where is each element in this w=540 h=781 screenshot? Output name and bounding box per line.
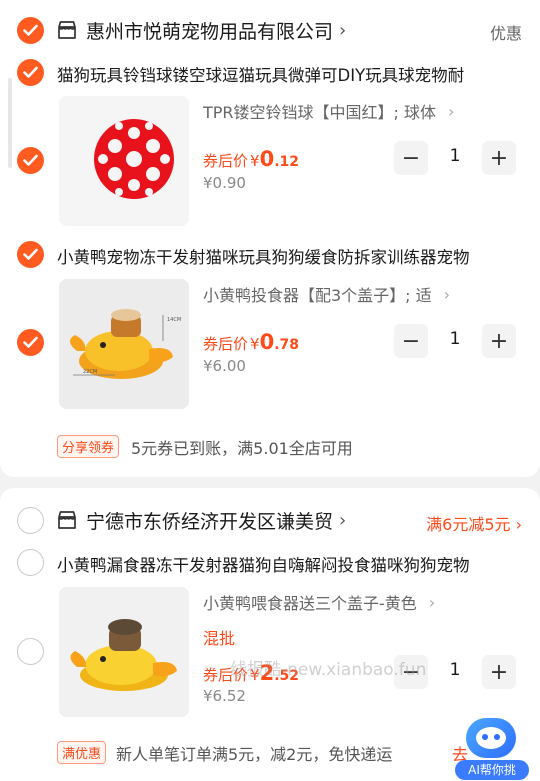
price-label: 券后价: [203, 335, 249, 353]
sku-text: TPR镂空铃铛球【中国红】; 球体: [203, 103, 437, 122]
shop-header-1[interactable]: 惠州市悦萌宠物用品有限公司 ›: [56, 15, 346, 45]
shop-promo-link[interactable]: 优惠: [490, 20, 522, 44]
item-sku-checkbox[interactable]: [17, 147, 44, 174]
check-icon: [23, 154, 38, 166]
item-sku-selector[interactable]: 小黄鸭喂食器送三个盖子-黄色 ›: [203, 590, 503, 614]
chevron-right-icon: ›: [339, 19, 347, 41]
sku-text: 小黄鸭喂食器送三个盖子-黄色: [203, 594, 417, 613]
original-price: ¥6.00: [203, 357, 246, 375]
shop-header-2[interactable]: 宁德市东侨经济开发区谦美贸 ›: [56, 505, 346, 535]
shop-checkbox-1[interactable]: [17, 17, 44, 44]
duck-feeder-yellow-image: [59, 587, 189, 717]
ai-assistant-button[interactable]: [466, 718, 516, 758]
item-checkbox[interactable]: [17, 549, 44, 576]
item-title[interactable]: 小黄鸭宠物冻干发射猫咪玩具狗狗缓食防拆家训练器宠物: [57, 244, 527, 268]
shop-card-1: 惠州市悦萌宠物用品有限公司 › 优惠 猫狗玩具铃铛球镂空球逗猫玩具微弹可DIY玩…: [0, 0, 540, 477]
price-label: 券后价: [203, 152, 249, 170]
ai-face-icon: [476, 727, 506, 749]
quantity-value[interactable]: 1: [434, 329, 476, 349]
coupon-note: 5元券已到账，满5.01全店可用: [131, 439, 353, 458]
deal-badge[interactable]: 满优惠: [57, 741, 107, 764]
chevron-right-icon: ›: [443, 284, 451, 304]
quantity-value[interactable]: 1: [434, 660, 476, 680]
sku-text: 小黄鸭投食器【配3个盖子】; 适: [203, 286, 432, 305]
scrollbar[interactable]: [8, 78, 12, 168]
check-icon: [23, 24, 38, 36]
deal-note: 新人单笔订单满5元，减2元，免快递运: [116, 745, 393, 764]
quantity-stepper: − 1 +: [394, 324, 516, 358]
item-sku-selector[interactable]: TPR镂空铃铛球【中国红】; 球体 ›: [203, 99, 503, 123]
product-image-duck-feeder-yellow[interactable]: [59, 587, 189, 717]
price-decimal: .12: [274, 154, 299, 170]
check-icon: [23, 66, 38, 78]
increase-button[interactable]: +: [482, 655, 516, 689]
ai-assistant-label[interactable]: AI帮你挑: [455, 760, 529, 780]
price-integer: 0: [259, 330, 275, 354]
mixed-batch-tag: 混批: [203, 629, 236, 648]
chevron-right-icon: ›: [339, 509, 347, 531]
coupon-price: 券后价 ¥ 0 .12: [203, 147, 299, 171]
store-icon: [58, 21, 76, 39]
item-sku-checkbox[interactable]: [17, 638, 44, 665]
bell-ball-image: [59, 96, 189, 226]
shop-checkbox-2[interactable]: [17, 507, 44, 534]
shop-name: 惠州市悦萌宠物用品有限公司: [86, 20, 334, 43]
duck-feeder-image: 14CM 22CM: [59, 279, 189, 409]
price-decimal: .78: [274, 337, 299, 353]
increase-button[interactable]: +: [482, 324, 516, 358]
original-price: ¥6.52: [203, 687, 246, 705]
decrease-button[interactable]: −: [394, 141, 428, 175]
quantity-value[interactable]: 1: [434, 146, 476, 166]
item-sku-checkbox[interactable]: [17, 329, 44, 356]
item-sku-selector[interactable]: 小黄鸭投食器【配3个盖子】; 适 ›: [203, 282, 503, 306]
quantity-stepper: − 1 +: [394, 141, 516, 175]
dim-width-label: 22CM: [83, 369, 97, 375]
increase-button[interactable]: +: [482, 141, 516, 175]
currency-symbol: ¥: [250, 152, 260, 170]
price-integer: 0: [259, 147, 275, 171]
product-image-bell-ball[interactable]: [59, 96, 189, 226]
dim-height-label: 14CM: [167, 317, 181, 323]
item-checkbox[interactable]: [17, 59, 44, 86]
item-title[interactable]: 猫狗玩具铃铛球镂空球逗猫玩具微弹可DIY玩具球宠物耐: [57, 62, 527, 86]
product-image-duck-feeder[interactable]: 14CM 22CM: [59, 279, 189, 409]
check-icon: [23, 248, 38, 260]
chevron-right-icon: ›: [428, 592, 436, 612]
shop-discount-link[interactable]: 满6元减5元 ›: [426, 511, 522, 535]
store-icon: [58, 511, 76, 529]
check-icon: [23, 336, 38, 348]
original-price: ¥0.90: [203, 174, 246, 192]
item-title[interactable]: 小黄鸭漏食器冻干发射器猫狗自嗨解闷投食猫咪狗狗宠物: [57, 552, 527, 576]
watermark-text: 线报酷-new.xianbao.fun: [230, 660, 427, 680]
currency-symbol: ¥: [250, 335, 260, 353]
decrease-button[interactable]: −: [394, 324, 428, 358]
item-checkbox[interactable]: [17, 241, 44, 268]
coupon-price: 券后价 ¥ 0 .78: [203, 330, 299, 354]
shop-name: 宁德市东侨经济开发区谦美贸: [86, 510, 334, 533]
chevron-right-icon: ›: [448, 101, 455, 121]
share-coupon-badge[interactable]: 分享领券: [57, 435, 120, 458]
